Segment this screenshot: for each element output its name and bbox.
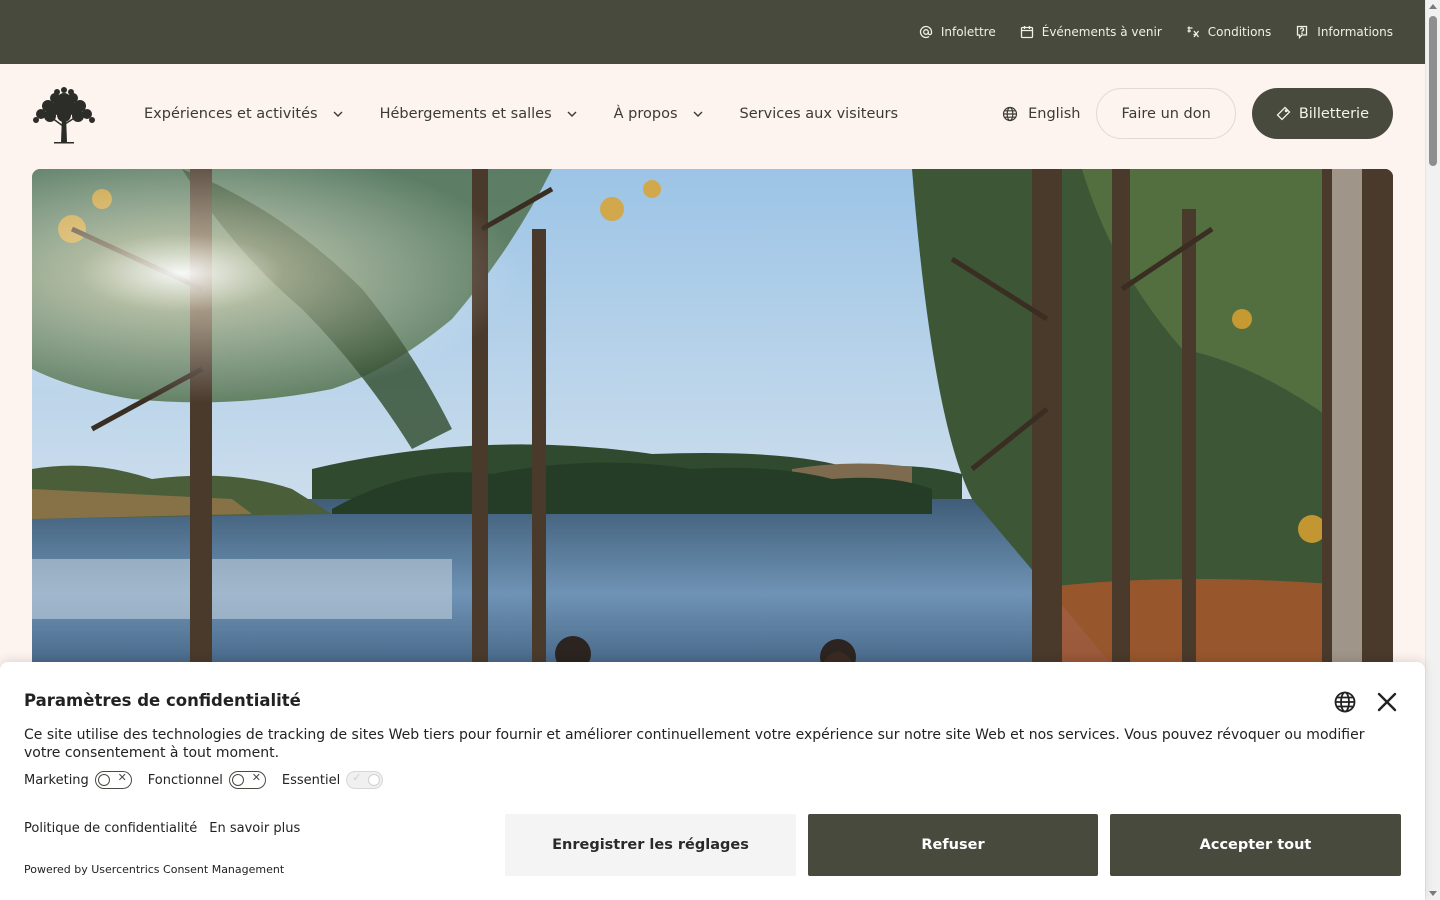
- functional-toggle[interactable]: ✕: [228, 771, 266, 789]
- nav-lodging-label: Hébergements et salles: [379, 106, 552, 122]
- conditions-label: Conditions: [1207, 25, 1272, 39]
- consent-title: Paramètres de confidentialité: [24, 691, 301, 710]
- powered-by-text: Powered by Usercentrics Consent Manageme…: [24, 863, 285, 876]
- tickets-label: Billetterie: [1298, 105, 1369, 122]
- refuse-button[interactable]: Refuser: [808, 814, 1098, 876]
- utility-links: Infolettre Événements à venir Conditions…: [919, 0, 1393, 64]
- language-label: English: [1028, 105, 1081, 122]
- newsletter-link[interactable]: Infolettre: [919, 25, 996, 39]
- essential-label: Essentiel: [281, 772, 341, 788]
- language-globe-icon[interactable]: [1333, 690, 1357, 714]
- nav-lodging[interactable]: Hébergements et salles: [380, 106, 578, 122]
- nav-about[interactable]: À propos: [614, 106, 704, 122]
- privacy-policy-link[interactable]: Politique de confidentialité: [24, 821, 197, 836]
- language-switcher[interactable]: English: [1002, 106, 1080, 122]
- chevron-down-icon: [567, 111, 577, 117]
- accept-all-button[interactable]: Accepter tout: [1110, 814, 1401, 876]
- globe-icon: [1003, 106, 1018, 121]
- save-settings-button[interactable]: Enregistrer les réglages: [505, 814, 796, 876]
- forest-lake-photo: [32, 169, 1393, 689]
- newsletter-label: Infolettre: [940, 25, 996, 39]
- nav-about-label: À propos: [613, 106, 678, 122]
- functional-label: Fonctionnel: [147, 772, 223, 788]
- consent-toggles: Marketing ✕ Fonctionnel ✕ Essentiel ✓: [24, 771, 384, 789]
- at-icon: [919, 25, 932, 39]
- marketing-label: Marketing: [24, 772, 89, 788]
- learn-more-link[interactable]: En savoir plus: [209, 821, 300, 836]
- upcoming-events-link[interactable]: Événements à venir: [1020, 25, 1162, 39]
- chevron-down-icon: [333, 111, 343, 117]
- info-icon: [1297, 25, 1308, 39]
- nav-experiences-label: Expériences et activités: [144, 106, 318, 122]
- header-actions: English Faire un don Billetterie: [1002, 88, 1393, 139]
- chevron-down-icon: [693, 111, 703, 117]
- tree-logo[interactable]: [30, 86, 98, 144]
- main-header: Expériences et activités Hébergements et…: [0, 64, 1425, 164]
- nav-visitor-services-label: Services aux visiteurs: [739, 106, 899, 122]
- informations-label: Informations: [1317, 25, 1393, 39]
- marketing-toggle[interactable]: ✕: [94, 771, 132, 789]
- essential-toggle: ✓: [346, 771, 384, 789]
- donate-button[interactable]: Faire un don: [1096, 88, 1236, 139]
- scroll-up-arrow[interactable]: [1429, 4, 1437, 9]
- conditions-link[interactable]: Conditions: [1186, 25, 1272, 39]
- upcoming-events-label: Événements à venir: [1041, 25, 1162, 39]
- nav-visitor-services[interactable]: Services aux visiteurs: [740, 106, 899, 122]
- informations-link[interactable]: Informations: [1295, 25, 1393, 39]
- close-icon[interactable]: [1375, 690, 1399, 714]
- tickets-button[interactable]: Billetterie: [1251, 88, 1393, 139]
- conditions-icon: [1187, 26, 1199, 38]
- main-nav: Expériences et activités Hébergements et…: [144, 64, 898, 164]
- toggle-group-functional: Fonctionnel ✕: [148, 771, 266, 789]
- scroll-down-arrow[interactable]: [1429, 891, 1437, 896]
- hero-image: [32, 169, 1393, 689]
- calendar-icon: [1020, 26, 1033, 39]
- privacy-consent-banner: Paramètres de confidentialité Ce site ut…: [0, 662, 1425, 900]
- nav-experiences[interactable]: Expériences et activités: [144, 106, 344, 122]
- page-scrollbar[interactable]: [1425, 0, 1440, 900]
- top-utility-bar: Infolettre Événements à venir Conditions…: [0, 0, 1425, 64]
- toggle-group-essential: Essentiel ✓: [281, 771, 384, 789]
- consent-description: Ce site utilise des technologies de trac…: [24, 727, 1365, 761]
- scroll-thumb[interactable]: [1429, 16, 1437, 166]
- consent-links: Politique de confidentialité En savoir p…: [24, 821, 300, 836]
- toggle-group-marketing: Marketing ✕: [24, 771, 132, 789]
- ticket-icon: [1276, 106, 1291, 121]
